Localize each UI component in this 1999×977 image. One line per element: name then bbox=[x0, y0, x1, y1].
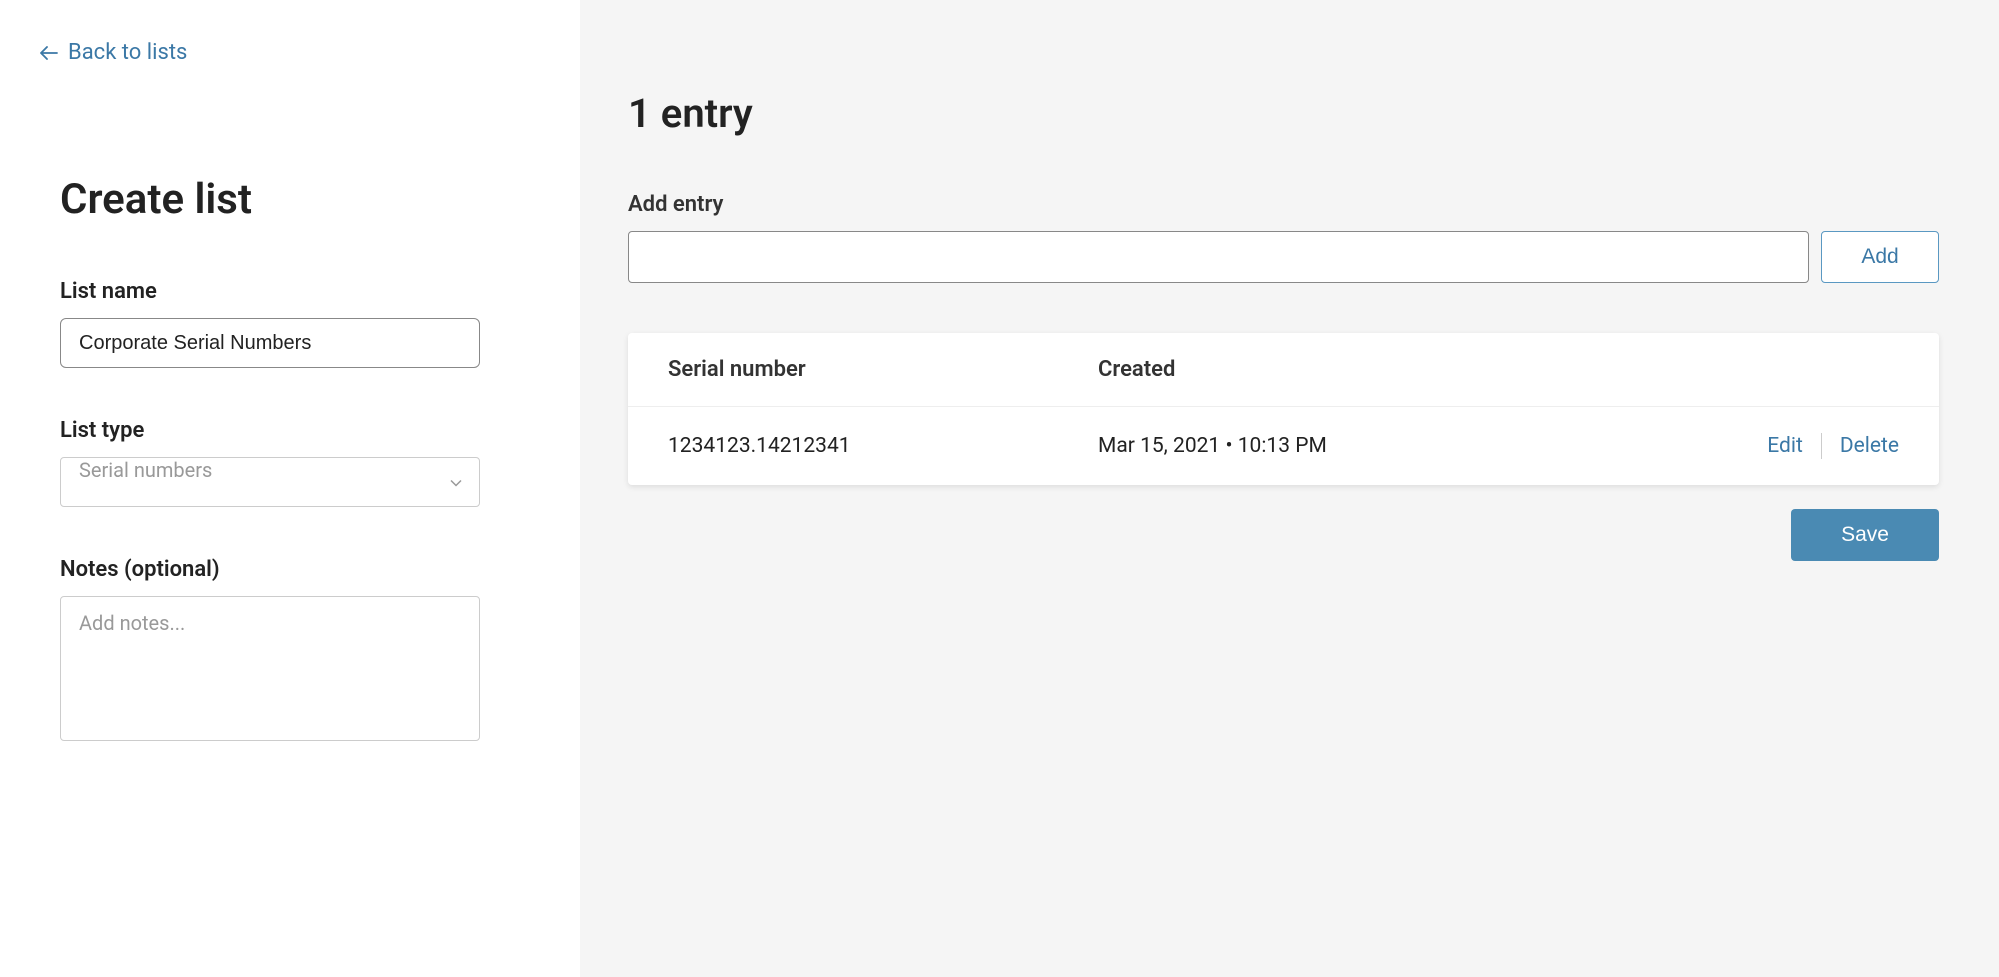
list-name-group: List name bbox=[40, 279, 580, 368]
list-type-selected: Serial numbers bbox=[79, 458, 212, 482]
notes-textarea[interactable] bbox=[60, 596, 480, 741]
save-button[interactable]: Save bbox=[1791, 509, 1939, 561]
td-actions: Edit Delete bbox=[1767, 433, 1899, 459]
delete-link[interactable]: Delete bbox=[1840, 434, 1899, 458]
add-button[interactable]: Add bbox=[1821, 231, 1939, 283]
th-created: Created bbox=[1098, 357, 1899, 382]
table-header: Serial number Created bbox=[628, 333, 1939, 407]
page-title: Create list bbox=[40, 175, 580, 224]
list-type-select[interactable]: Serial numbers bbox=[60, 457, 480, 507]
list-type-label: List type bbox=[60, 418, 580, 443]
list-type-group: List type Serial numbers bbox=[40, 418, 580, 507]
list-name-input[interactable] bbox=[60, 318, 480, 368]
add-entry-label: Add entry bbox=[628, 192, 1939, 217]
back-to-lists-link[interactable]: Back to lists bbox=[40, 40, 187, 65]
right-panel: 1 entry Add entry Add Serial number Crea… bbox=[580, 0, 1999, 977]
notes-group: Notes (optional) bbox=[40, 557, 580, 745]
entries-title: 1 entry bbox=[628, 90, 1939, 137]
table-row: 1234123.14212341 Mar 15, 2021 • 10:13 PM… bbox=[628, 407, 1939, 485]
action-divider bbox=[1821, 433, 1822, 459]
entries-table: Serial number Created 1234123.14212341 M… bbox=[628, 333, 1939, 485]
notes-label: Notes (optional) bbox=[60, 557, 580, 582]
th-serial: Serial number bbox=[668, 357, 1098, 382]
left-panel: Back to lists Create list List name List… bbox=[0, 0, 580, 977]
td-serial: 1234123.14212341 bbox=[668, 434, 1098, 458]
add-entry-row: Add bbox=[628, 231, 1939, 283]
save-row: Save bbox=[628, 509, 1939, 561]
add-entry-input[interactable] bbox=[628, 231, 1809, 283]
list-name-label: List name bbox=[60, 279, 580, 304]
td-created: Mar 15, 2021 • 10:13 PM bbox=[1098, 434, 1767, 458]
edit-link[interactable]: Edit bbox=[1767, 434, 1803, 458]
back-link-label: Back to lists bbox=[68, 40, 187, 65]
arrow-left-icon bbox=[40, 46, 58, 60]
